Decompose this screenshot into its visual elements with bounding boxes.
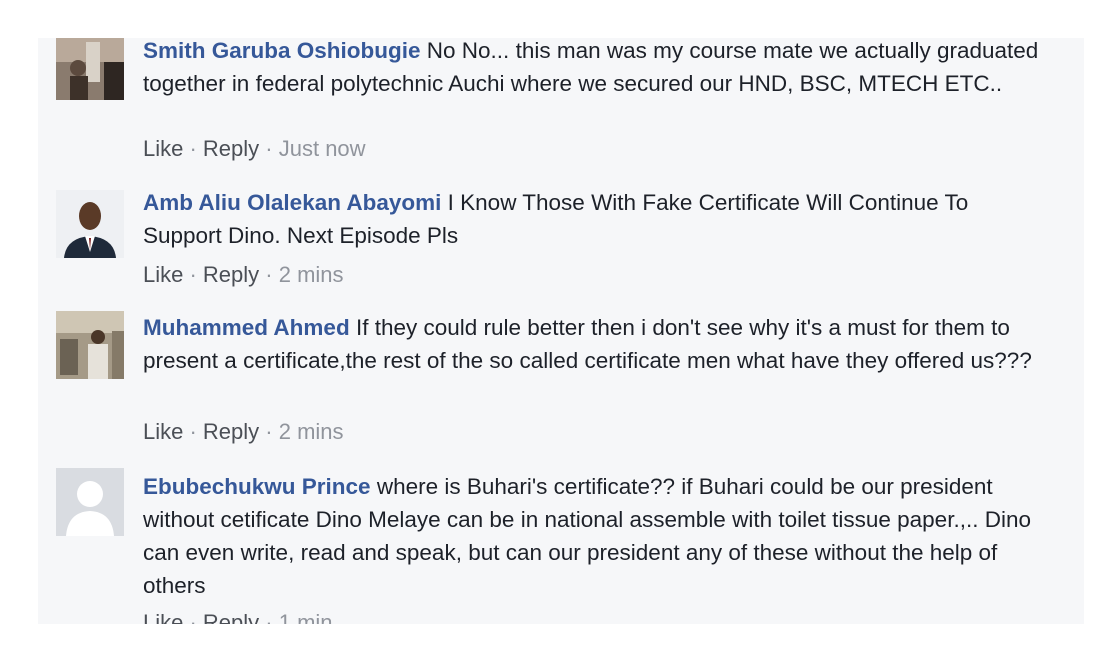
reply-link[interactable]: Reply [203, 419, 259, 444]
like-link[interactable]: Like [143, 262, 183, 287]
comment-body: Ebubechukwu Prince where is Buhari's cer… [143, 470, 1043, 602]
comment-thread: Smith Garuba Oshiobugie No No... this ma… [38, 38, 1084, 624]
like-link[interactable]: Like [143, 419, 183, 444]
reply-link[interactable]: Reply [203, 610, 259, 624]
reply-link[interactable]: Reply [203, 262, 259, 287]
comment-author-link[interactable]: Muhammed Ahmed [143, 315, 350, 340]
comment-body: Smith Garuba Oshiobugie No No... this ma… [143, 38, 1043, 100]
comment-actions: Like · Reply · 1 min [143, 608, 333, 624]
comment-actions: Like · Reply · 2 mins [143, 417, 344, 447]
separator-dot: · [259, 419, 279, 444]
like-link[interactable]: Like [143, 136, 183, 161]
room-photo-avatar-icon[interactable] [56, 311, 124, 379]
comment-timestamp[interactable]: 1 min [279, 610, 333, 624]
comment-author-link[interactable]: Smith Garuba Oshiobugie [143, 38, 421, 63]
comment-actions: Like · Reply · 2 mins [143, 260, 344, 290]
photo-avatar-icon[interactable] [56, 38, 124, 100]
default-silhouette-avatar-icon[interactable] [56, 468, 124, 536]
separator-dot: · [183, 419, 203, 444]
comment-author-link[interactable]: Amb Aliu Olalekan Abayomi [143, 190, 441, 215]
comment-timestamp[interactable]: 2 mins [279, 262, 344, 287]
separator-dot: · [183, 262, 203, 287]
suit-portrait-avatar-icon[interactable] [56, 190, 124, 258]
separator-dot: · [183, 136, 203, 161]
separator-dot: · [259, 136, 279, 161]
comment-actions: Like · Reply · Just now [143, 134, 366, 164]
comment-author-link[interactable]: Ebubechukwu Prince [143, 474, 371, 499]
comment-body: Muhammed Ahmed If they could rule better… [143, 311, 1043, 377]
separator-dot: · [259, 262, 279, 287]
separator-dot: · [183, 610, 203, 624]
separator-dot: · [259, 610, 279, 624]
comment-timestamp[interactable]: Just now [279, 136, 366, 161]
reply-link[interactable]: Reply [203, 136, 259, 161]
comment-body: Amb Aliu Olalekan Abayomi I Know Those W… [143, 186, 1043, 252]
like-link[interactable]: Like [143, 610, 183, 624]
comment-timestamp[interactable]: 2 mins [279, 419, 344, 444]
